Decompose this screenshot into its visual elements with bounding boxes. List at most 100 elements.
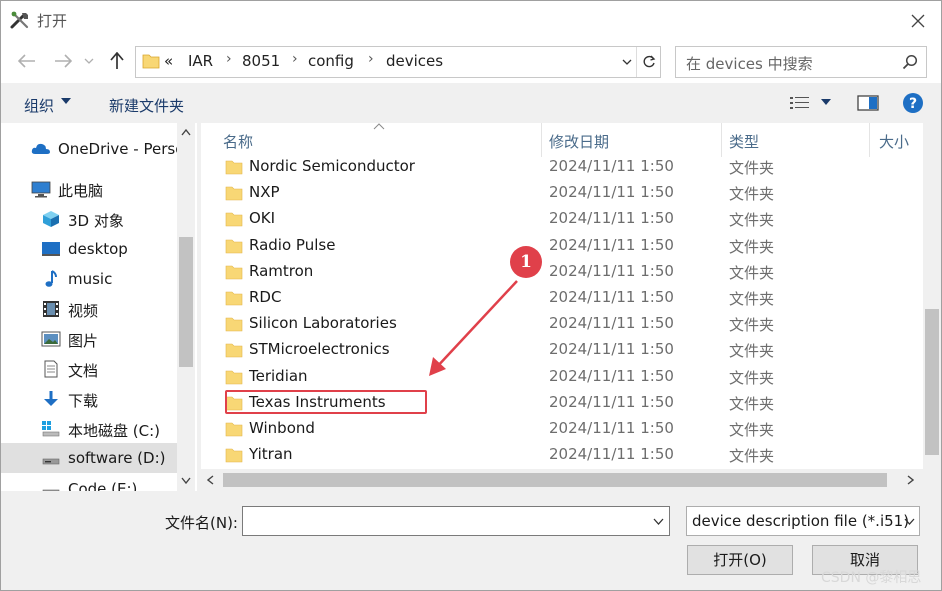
file-list-horizontal-scrollbar[interactable] [201, 469, 923, 491]
search-box[interactable]: 在 devices 中搜索 [675, 46, 927, 78]
sidebar-item-drive-c[interactable]: 本地磁盘 (C:) [1, 415, 177, 443]
breadcrumb-chevron-icon[interactable]: › [292, 51, 298, 67]
highlight-box [225, 390, 427, 414]
filename-dropdown[interactable] [649, 512, 667, 530]
windows-drive-icon [42, 421, 60, 437]
file-type: 文件夹 [729, 368, 775, 387]
scrollbar-thumb[interactable] [925, 309, 939, 455]
file-row[interactable]: Nordic Semiconductor 2024/11/11 1:50 文件夹 [201, 154, 923, 180]
file-type: 文件夹 [729, 316, 775, 335]
file-list-vertical-scrollbar[interactable] [923, 123, 941, 469]
back-button[interactable] [15, 49, 39, 73]
sidebar-item-drive-e[interactable]: Code (E:) [1, 475, 177, 491]
arrow-left-icon [18, 54, 35, 68]
folder-icon [225, 291, 243, 306]
file-list: 名称 修改日期 类型 大小 Nordic Semiconductor 2024/1… [201, 123, 923, 469]
organize-button[interactable]: 组织 [24, 95, 54, 116]
breadcrumb-8051[interactable]: 8051 [242, 52, 280, 70]
filetype-select[interactable]: device description file (*.i51) [686, 506, 920, 536]
scroll-right-icon[interactable] [907, 475, 914, 485]
file-row[interactable]: Winbond 2024/11/11 1:50 文件夹 [201, 416, 923, 442]
folder-icon [225, 239, 243, 253]
file-date: 2024/11/11 1:50 [549, 366, 674, 385]
file-row[interactable]: OKI 2024/11/11 1:50 文件夹 [201, 206, 923, 232]
breadcrumb-iar[interactable]: IAR [188, 52, 213, 70]
breadcrumb-config[interactable]: config [308, 52, 354, 70]
file-row[interactable]: Radio Pulse 2024/11/11 1:50 文件夹 [201, 233, 923, 259]
file-row[interactable]: Yitran 2024/11/11 1:50 文件夹 [201, 442, 923, 468]
recent-locations-button[interactable] [81, 49, 97, 73]
column-divider[interactable] [721, 123, 722, 157]
file-row[interactable]: Ramtron 2024/11/11 1:50 文件夹 [201, 259, 923, 285]
file-type: 文件夹 [729, 447, 775, 466]
caret-down-icon[interactable] [821, 99, 831, 105]
scroll-down-icon[interactable] [181, 477, 191, 484]
file-row[interactable]: RDC 2024/11/11 1:50 文件夹 [201, 285, 923, 311]
sidebar-item-drive-d[interactable]: software (D:) [1, 443, 177, 473]
document-icon [44, 360, 58, 378]
sidebar-item-3d-objects[interactable]: 3D 对象 [1, 205, 177, 233]
column-header-size[interactable]: 大小 [879, 131, 909, 152]
sidebar-item-pictures[interactable]: 图片 [1, 325, 177, 353]
file-row[interactable]: Silicon Laboratories 2024/11/11 1:50 文件夹 [201, 311, 923, 337]
file-date: 2024/11/11 1:50 [549, 235, 674, 254]
file-row[interactable]: Teridian 2024/11/11 1:50 文件夹 [201, 364, 923, 390]
refresh-button[interactable] [636, 47, 661, 77]
navigation-pane: OneDrive - Perso 此电脑 3D 对象 desktop music… [1, 123, 197, 491]
breadcrumb-chevron-icon[interactable]: › [368, 51, 374, 67]
sidebar-item-videos[interactable]: 视频 [1, 295, 177, 323]
column-header-date[interactable]: 修改日期 [549, 131, 609, 152]
address-bar[interactable]: « IAR › 8051 › config › devices [135, 46, 661, 78]
address-dropdown[interactable] [618, 51, 636, 73]
close-button[interactable] [905, 8, 931, 34]
file-row[interactable]: STMicroelectronics 2024/11/11 1:50 文件夹 [201, 337, 923, 363]
chevron-down-icon [622, 59, 632, 65]
scrollbar-thumb[interactable] [223, 473, 887, 487]
forward-button[interactable] [51, 49, 75, 73]
view-options-icon[interactable] [789, 95, 811, 111]
cube-icon [43, 211, 59, 227]
open-button[interactable]: 打开(O) [687, 545, 793, 575]
sidebar-item-downloads[interactable]: 下载 [1, 385, 177, 413]
column-divider[interactable] [869, 123, 870, 157]
search-icon[interactable] [902, 54, 918, 70]
download-arrow-icon [44, 391, 58, 406]
sidebar-item-documents[interactable]: 文档 [1, 355, 177, 383]
watermark: CSDN @黎相思 [821, 570, 922, 586]
sidebar-item-music[interactable]: music [1, 265, 177, 293]
column-header-name[interactable]: 名称 [223, 131, 253, 152]
picture-icon [41, 331, 61, 347]
scroll-left-icon[interactable] [207, 475, 214, 485]
folder-icon [225, 317, 243, 332]
file-date: 2024/11/11 1:50 [549, 157, 674, 175]
breadcrumb-overflow[interactable]: « [164, 52, 173, 70]
file-name: OKI [249, 209, 276, 228]
breadcrumb-devices[interactable]: devices [386, 52, 443, 70]
sidebar-item-onedrive[interactable]: OneDrive - Perso [1, 135, 184, 163]
window-title: 打开 [37, 12, 68, 30]
help-icon[interactable]: ? [902, 92, 924, 114]
file-name: Silicon Laboratories [249, 314, 397, 333]
annotation-badge: 1 [510, 246, 542, 278]
file-type: 文件夹 [729, 237, 775, 256]
preview-pane-icon[interactable] [857, 94, 879, 112]
new-folder-button[interactable]: 新建文件夹 [109, 95, 184, 116]
scrollbar-thumb[interactable] [179, 237, 193, 367]
column-divider[interactable] [541, 123, 542, 157]
filename-input[interactable] [242, 506, 670, 536]
breadcrumb-chevron-icon[interactable]: › [226, 51, 232, 67]
up-button[interactable] [105, 49, 129, 73]
folder-icon [225, 186, 243, 201]
tools-icon [10, 11, 29, 29]
filetype-value: device description file (*.i51) [692, 512, 910, 530]
scroll-up-icon[interactable] [181, 129, 191, 136]
navigation-bar: « IAR › 8051 › config › devices 在 device… [1, 39, 941, 83]
sidebar-scrollbar[interactable] [177, 123, 195, 491]
sidebar-item-desktop[interactable]: desktop [1, 235, 177, 263]
film-icon [43, 301, 59, 317]
command-toolbar: 组织 新建文件夹 ? [1, 83, 941, 123]
column-header-type[interactable]: 类型 [729, 131, 759, 152]
folder-icon [225, 160, 243, 175]
sidebar-item-this-pc[interactable]: 此电脑 [1, 175, 177, 203]
file-row[interactable]: NXP 2024/11/11 1:50 文件夹 [201, 180, 923, 206]
